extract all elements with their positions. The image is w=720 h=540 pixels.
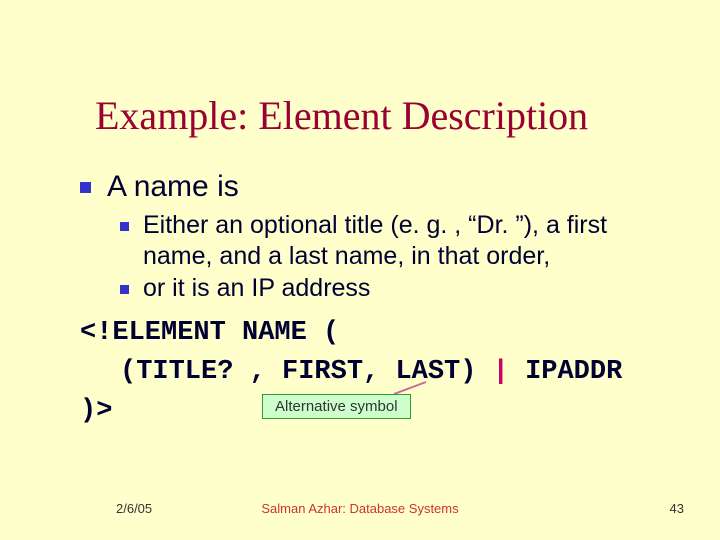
bullet-level2-item: Either an optional title (e. g. , “Dr. ”… [120, 210, 670, 273]
footer-page-number: 43 [670, 501, 684, 516]
square-bullet-icon [120, 285, 129, 294]
bullet-level2-text: or it is an IP address [143, 273, 370, 304]
bullet-level2-item: or it is an IP address [120, 273, 670, 304]
code-text: (TITLE? , FIRST, LAST) [120, 357, 493, 387]
code-text: IPADDR [509, 357, 622, 387]
bullet-level1-text: A name is [107, 170, 239, 204]
footer-author: Salman Azhar: Database Systems [0, 501, 720, 516]
bullet-level2-text: Either an optional title (e. g. , “Dr. ”… [143, 210, 670, 273]
square-bullet-icon [120, 222, 129, 231]
bullet-level2-group: Either an optional title (e. g. , “Dr. ”… [120, 210, 670, 304]
square-bullet-icon [80, 182, 91, 193]
pipe-symbol: | [493, 357, 509, 387]
code-line: <!ELEMENT NAME ( [80, 314, 680, 353]
slide: Example: Element Description A name is E… [0, 0, 720, 540]
annotation-box: Alternative symbol [262, 394, 411, 419]
slide-title: Example: Element Description [95, 92, 588, 139]
bullet-level1: A name is [80, 170, 239, 204]
